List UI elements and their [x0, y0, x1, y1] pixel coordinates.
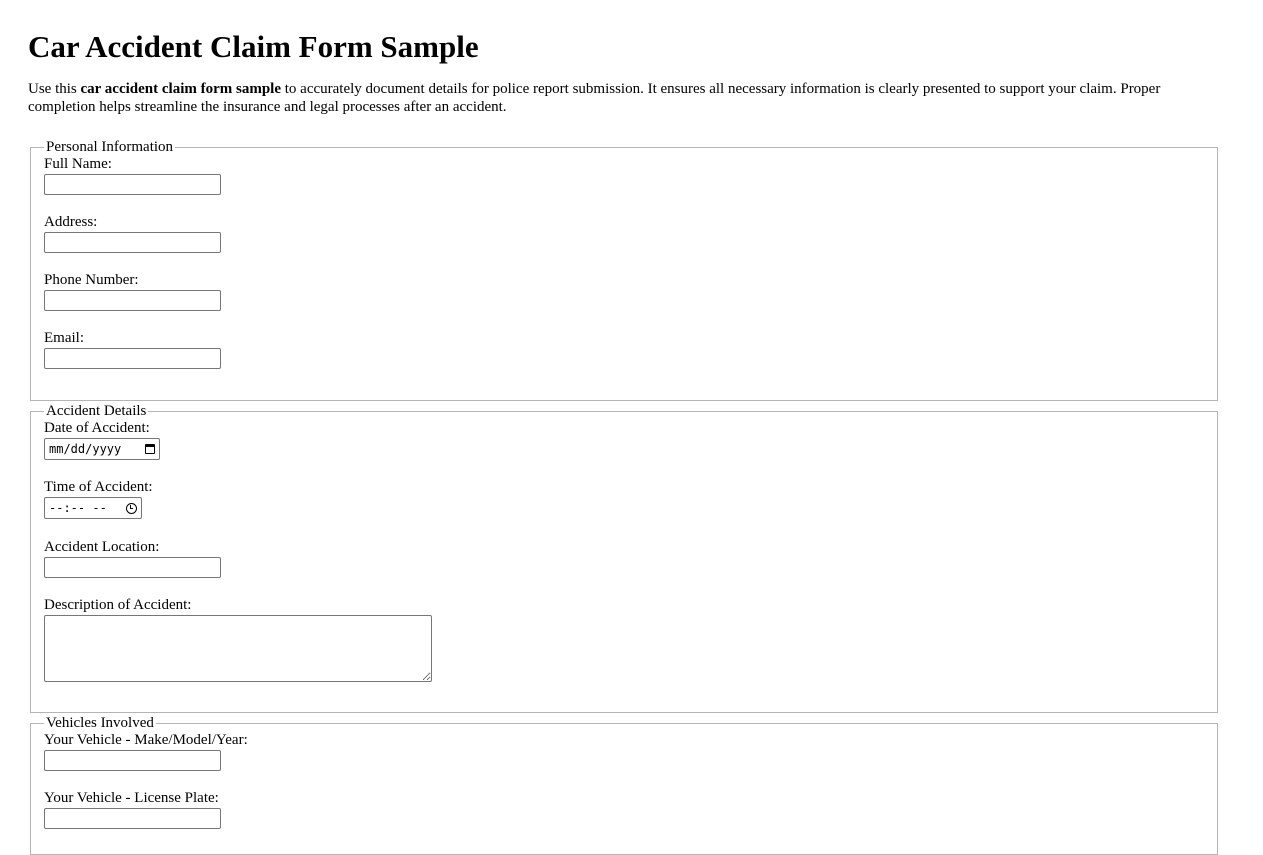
- accident-location-label: Accident Location:: [44, 539, 160, 555]
- accident-details-legend: Accident Details: [46, 403, 147, 419]
- license-plate-label: Your Vehicle - License Plate:: [44, 790, 219, 806]
- intro-text-start: Use this: [28, 81, 81, 97]
- accident-location-input[interactable]: [44, 557, 221, 578]
- phone-number-label: Phone Number:: [44, 272, 139, 288]
- accident-details-fieldset: Accident Details Date of Accident: mm/dd…: [30, 403, 1218, 713]
- vehicles-involved-legend: Vehicles Involved: [46, 715, 154, 731]
- address-field: Address:: [44, 214, 1217, 253]
- email-field: Email:: [44, 330, 1217, 369]
- personal-information-legend: Personal Information: [46, 139, 174, 155]
- accident-description-textarea[interactable]: [44, 615, 432, 682]
- full-name-field: Full Name:: [44, 156, 1217, 195]
- phone-number-field: Phone Number:: [44, 272, 1217, 311]
- accident-date-label: Date of Accident:: [44, 420, 150, 436]
- accident-date-input[interactable]: mm/dd/yyyy: [44, 438, 160, 460]
- phone-number-input[interactable]: [44, 290, 221, 311]
- email-input[interactable]: [44, 348, 221, 369]
- accident-time-label: Time of Accident:: [44, 479, 153, 495]
- vehicle-make-input[interactable]: [44, 750, 221, 771]
- accident-time-placeholder: --:-- --: [49, 501, 107, 515]
- vehicle-make-label: Your Vehicle - Make/Model/Year:: [44, 732, 248, 748]
- clock-icon[interactable]: [126, 502, 137, 514]
- license-plate-input[interactable]: [44, 808, 221, 829]
- calendar-icon[interactable]: [145, 444, 155, 454]
- full-name-input[interactable]: [44, 174, 221, 195]
- address-input[interactable]: [44, 232, 221, 253]
- full-name-label: Full Name:: [44, 156, 112, 172]
- accident-date-field: Date of Accident: mm/dd/yyyy: [44, 420, 1217, 460]
- page-content: Car Accident Claim Form Sample Use this …: [28, 0, 1233, 855]
- accident-description-label: Description of Accident:: [44, 597, 192, 613]
- accident-time-field: Time of Accident: --:-- --: [44, 479, 1217, 519]
- vehicles-involved-fieldset: Vehicles Involved Your Vehicle - Make/Mo…: [30, 715, 1218, 855]
- accident-location-field: Accident Location:: [44, 539, 1217, 578]
- email-label: Email:: [44, 330, 84, 346]
- intro-bold-text: car accident claim form sample: [80, 81, 282, 97]
- intro-paragraph: Use this car accident claim form sample …: [28, 80, 1208, 116]
- accident-date-placeholder: mm/dd/yyyy: [49, 442, 122, 456]
- accident-description-field: Description of Accident:: [44, 597, 1217, 682]
- page-title: Car Accident Claim Form Sample: [28, 29, 479, 64]
- license-plate-field: Your Vehicle - License Plate:: [44, 790, 1217, 829]
- vehicle-make-field: Your Vehicle - Make/Model/Year:: [44, 732, 1217, 771]
- address-label: Address:: [44, 214, 98, 230]
- accident-time-input[interactable]: --:-- --: [44, 497, 142, 519]
- personal-information-fieldset: Personal Information Full Name: Address:…: [30, 139, 1218, 401]
